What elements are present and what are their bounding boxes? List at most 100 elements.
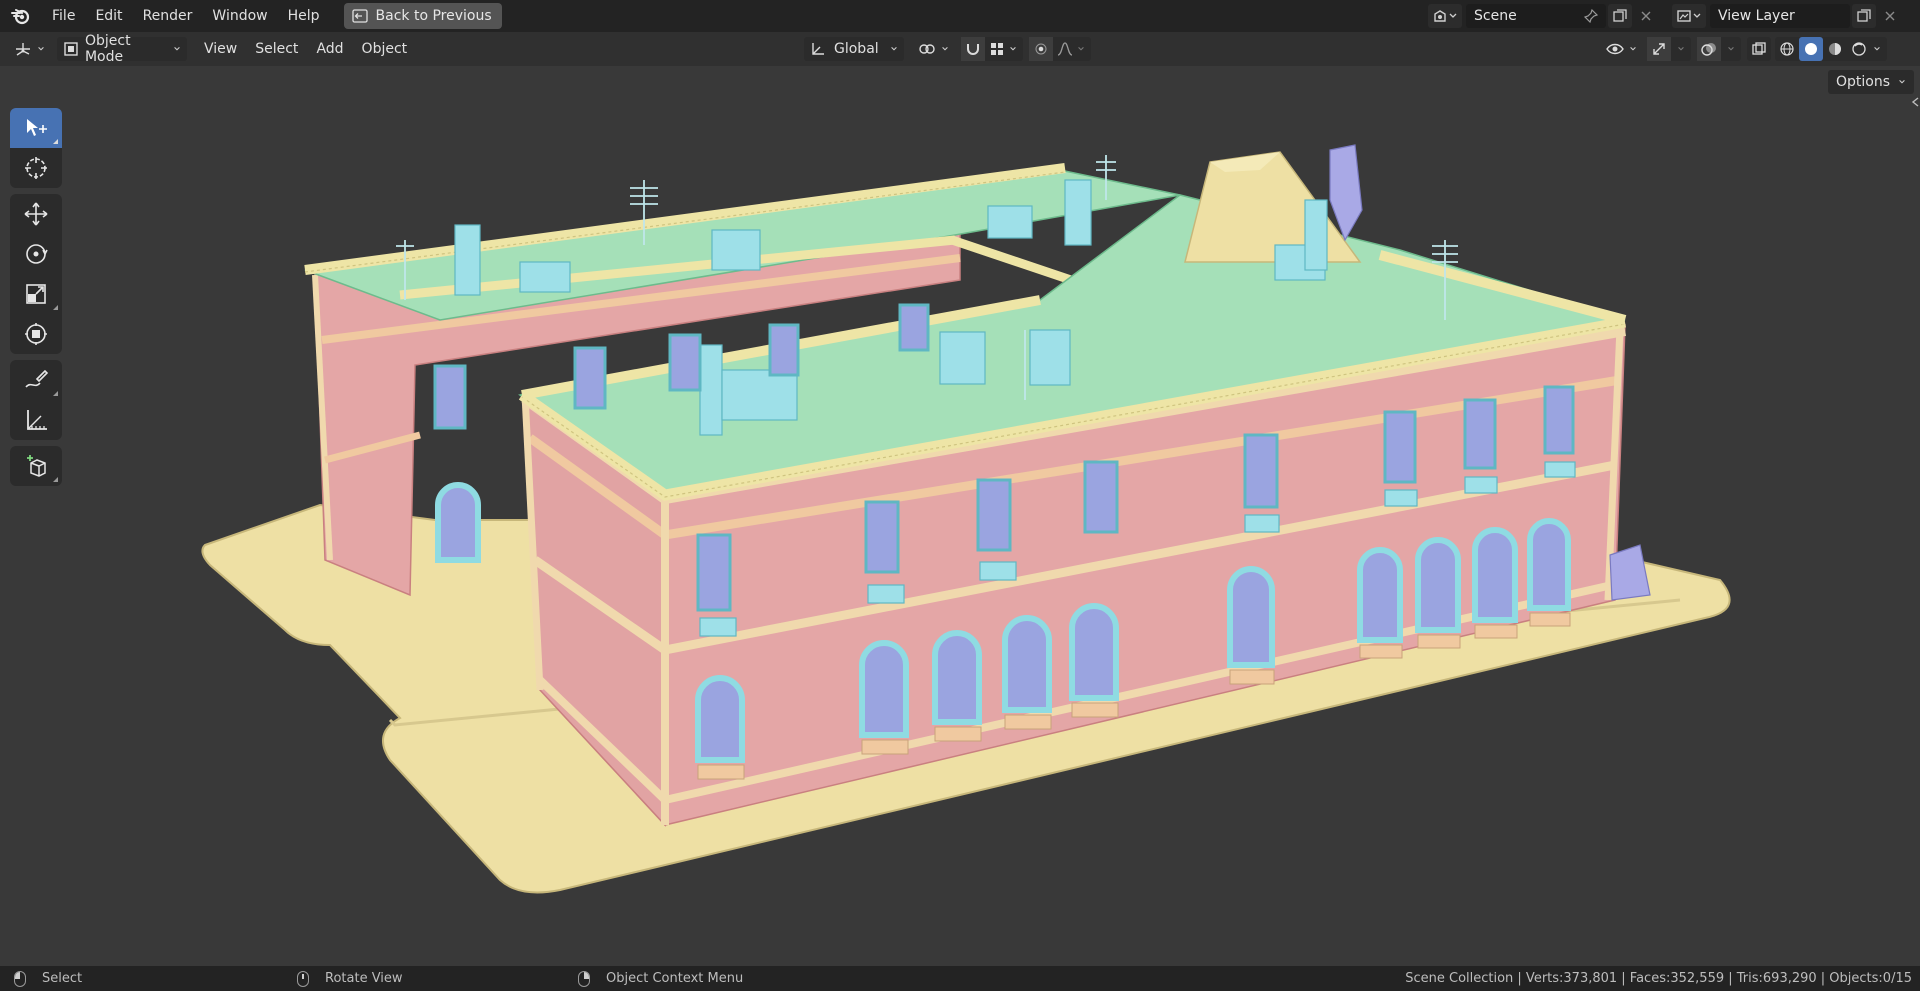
falloff-dropdown[interactable] [1053,37,1077,61]
menu-render[interactable]: Render [133,0,203,32]
gizmo-toggle[interactable] [1647,37,1671,61]
view-layer-name-field[interactable]: View Layer [1710,4,1850,28]
duplicate-icon [1857,9,1871,22]
tool-add-cube[interactable] [10,446,62,486]
snap-toggle[interactable] [961,37,985,61]
new-view-layer-button[interactable] [1852,4,1876,28]
cursor-icon [25,157,47,179]
move-icon [24,202,48,226]
3d-viewport[interactable]: Options [0,66,1920,966]
gizmo-group [1647,37,1691,61]
scene-browse-dropdown[interactable] [1428,4,1462,28]
eye-icon [1606,43,1624,55]
menu-file[interactable]: File [42,0,85,32]
new-scene-button[interactable] [1608,4,1632,28]
menu-select[interactable]: Select [246,37,307,61]
status-context-menu-label: Object Context Menu [606,971,744,986]
shading-wireframe-button[interactable] [1775,37,1799,61]
mouse-left-icon [14,970,26,987]
back-to-previous-label: Back to Previous [375,8,492,24]
transform-orientation-dropdown[interactable]: Global [804,37,904,61]
transform-icon [25,323,47,345]
building-model[interactable] [0,66,1920,966]
editor-type-dropdown[interactable] [8,37,51,61]
measure-ruler-icon [27,410,47,430]
view-layer-browse-dropdown[interactable] [1672,4,1706,28]
menu-view[interactable]: View [195,37,246,61]
chevron-down-icon [1728,47,1734,51]
delete-view-layer-button[interactable] [1878,4,1902,28]
chevron-down-icon [1678,47,1684,51]
back-to-previous-button[interactable]: Back to Previous [343,3,502,29]
pivot-point-dropdown[interactable] [912,37,955,61]
status-rotate-view-label: Rotate View [325,971,403,986]
options-label: Options [1835,74,1890,90]
xray-toggle[interactable] [1747,37,1771,61]
delete-scene-button[interactable] [1634,4,1658,28]
options-dropdown[interactable]: Options [1827,70,1914,94]
tool-select-box[interactable] [10,108,62,148]
chevron-down-icon [1449,13,1457,18]
scene-name: Scene [1474,8,1517,24]
tool-move[interactable] [10,194,62,234]
menu-window[interactable]: Window [202,0,277,32]
chevron-down-icon[interactable] [1873,45,1881,53]
render-layers-icon [1677,10,1691,22]
tool-variants-corner [53,477,58,482]
chevron-down-icon [1899,80,1905,84]
tool-annotate[interactable] [10,360,62,400]
snap-group [961,37,1023,61]
scale-icon [26,284,46,304]
menu-help[interactable]: Help [278,0,330,32]
gizmo-arrows-icon [1653,43,1665,55]
rendered-sphere-icon [1852,42,1866,56]
rotate-icon [26,244,48,264]
overlays-toggle[interactable] [1697,37,1721,61]
snap-target-dropdown[interactable] [985,37,1009,61]
material-sphere-icon [1829,43,1841,55]
transform-controls: Global [804,37,1091,61]
scene-name-field[interactable]: Scene [1466,4,1606,28]
status-left-click-hint: Select [14,966,82,991]
3d-viewport-icon [16,43,30,56]
wireframe-sphere-icon [1780,42,1794,56]
orientation-axes-icon [812,43,824,55]
menu-add[interactable]: Add [307,37,352,61]
pivot-link-icon [919,44,935,54]
shading-rendered-button[interactable] [1847,37,1871,61]
shading-solid-button[interactable] [1799,37,1823,61]
tool-rotate[interactable] [10,234,62,274]
tool-cursor[interactable] [10,148,62,188]
tool-scale[interactable] [10,274,62,314]
tool-variants-corner [53,139,58,144]
object-mode-dropdown[interactable]: Object Mode [57,33,187,65]
scene-selector: Scene [1428,3,1658,29]
visibility-dropdown[interactable] [1600,37,1643,61]
chevron-down-icon [1630,47,1636,51]
scene-icon [1434,10,1446,22]
tool-measure[interactable] [10,400,62,440]
pin-icon[interactable] [1584,9,1598,23]
object-mode-icon [64,42,78,56]
menu-object[interactable]: Object [353,37,417,61]
xray-icon [1752,42,1766,55]
proportional-edit-group [1029,37,1091,61]
chevron-down-icon [891,47,897,51]
status-middle-click-hint: Rotate View [297,966,403,991]
sidebar-expand-arrow-icon[interactable] [1910,92,1920,112]
transform-orientation-label: Global [834,41,879,57]
mouse-middle-icon [297,970,309,987]
chevron-down-icon [38,47,44,51]
chevron-down-icon [942,47,948,51]
shading-material-button[interactable] [1823,37,1847,61]
blender-logo-icon[interactable] [0,0,42,32]
falloff-curve-icon [1057,42,1073,56]
grid-snap-icon [991,43,1003,55]
menu-edit[interactable]: Edit [85,0,132,32]
view-layer-selector: View Layer [1672,3,1902,29]
solid-sphere-icon [1805,43,1817,55]
close-icon [1641,11,1651,21]
chevron-down-icon [1693,13,1701,18]
proportional-edit-toggle[interactable] [1029,37,1053,61]
tool-transform[interactable] [10,314,62,354]
